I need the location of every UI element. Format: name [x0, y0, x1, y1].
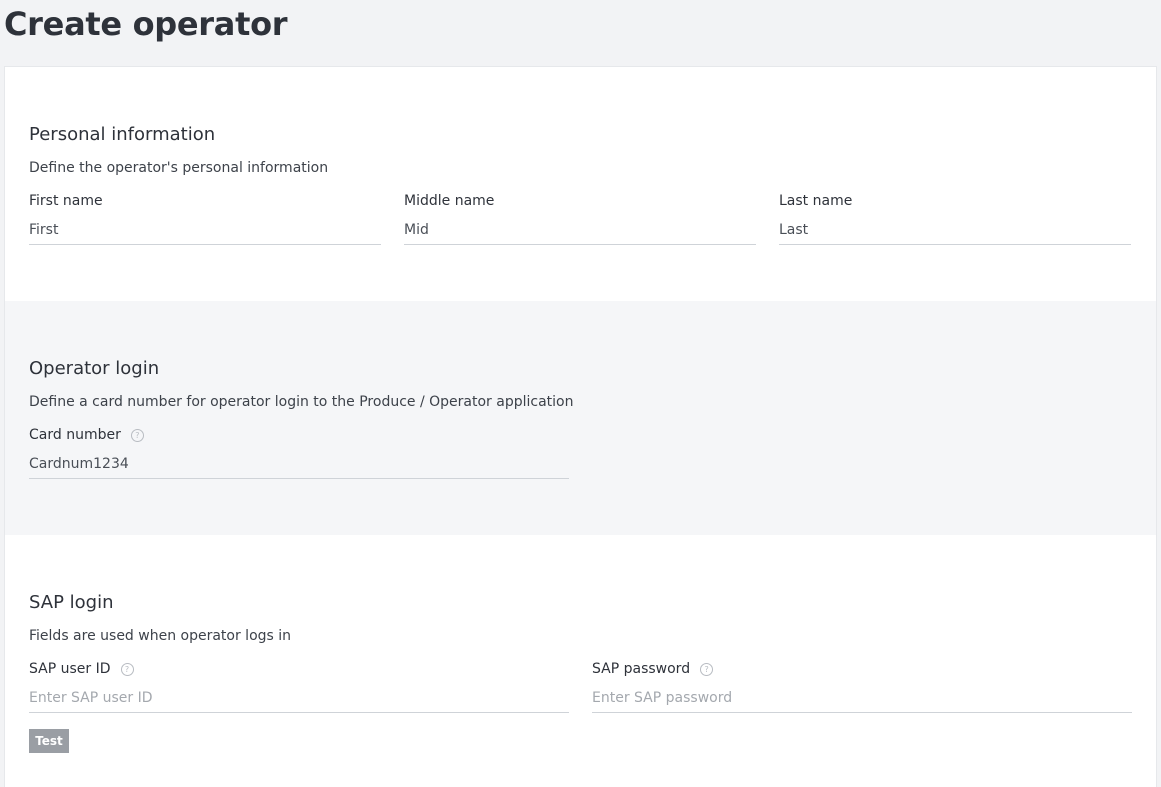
last-name-input[interactable]	[779, 215, 1131, 245]
middle-name-field: Middle name	[404, 192, 756, 245]
question-circle-icon[interactable]: ?	[120, 662, 134, 676]
sap-password-label: SAP password	[592, 661, 691, 677]
first-name-input[interactable]	[29, 215, 381, 245]
sap-login-title: SAP login	[29, 592, 114, 613]
sap-user-id-label: SAP user ID	[29, 661, 111, 677]
sap-login-description: Fields are used when operator logs in	[29, 628, 292, 644]
card-number-label-row: Card number ?	[29, 426, 569, 444]
operator-login-title: Operator login	[29, 358, 160, 379]
last-name-label: Last name	[779, 193, 853, 209]
personal-information-title: Personal information	[29, 124, 216, 145]
middle-name-label: Middle name	[404, 193, 495, 209]
card-number-label: Card number	[29, 427, 121, 443]
first-name-label: First name	[29, 193, 103, 209]
personal-information-section: Personal information Define the operator…	[5, 67, 1156, 301]
question-circle-icon[interactable]: ?	[700, 662, 714, 676]
question-circle-icon[interactable]: ?	[130, 428, 144, 442]
operator-form-card: Personal information Define the operator…	[4, 66, 1157, 787]
sap-login-section: SAP login Fields are used when operator …	[5, 535, 1156, 787]
page-title: Create operator	[4, 5, 288, 43]
sap-password-field: SAP password ?	[592, 660, 1132, 713]
sap-user-id-label-row: SAP user ID ?	[29, 660, 569, 678]
sap-user-id-field: SAP user ID ?	[29, 660, 569, 713]
sap-user-id-input[interactable]	[29, 683, 569, 713]
personal-information-description: Define the operator's personal informati…	[29, 160, 329, 176]
sap-password-label-row: SAP password ?	[592, 660, 1132, 678]
card-number-field: Card number ?	[29, 426, 569, 479]
first-name-field: First name	[29, 192, 381, 245]
operator-login-section: Operator login Define a card number for …	[5, 301, 1156, 535]
test-button[interactable]: Test	[29, 729, 69, 753]
card-number-input[interactable]	[29, 449, 569, 479]
operator-login-description: Define a card number for operator login …	[29, 394, 574, 410]
last-name-field: Last name	[779, 192, 1131, 245]
sap-password-input[interactable]	[592, 683, 1132, 713]
middle-name-input[interactable]	[404, 215, 756, 245]
